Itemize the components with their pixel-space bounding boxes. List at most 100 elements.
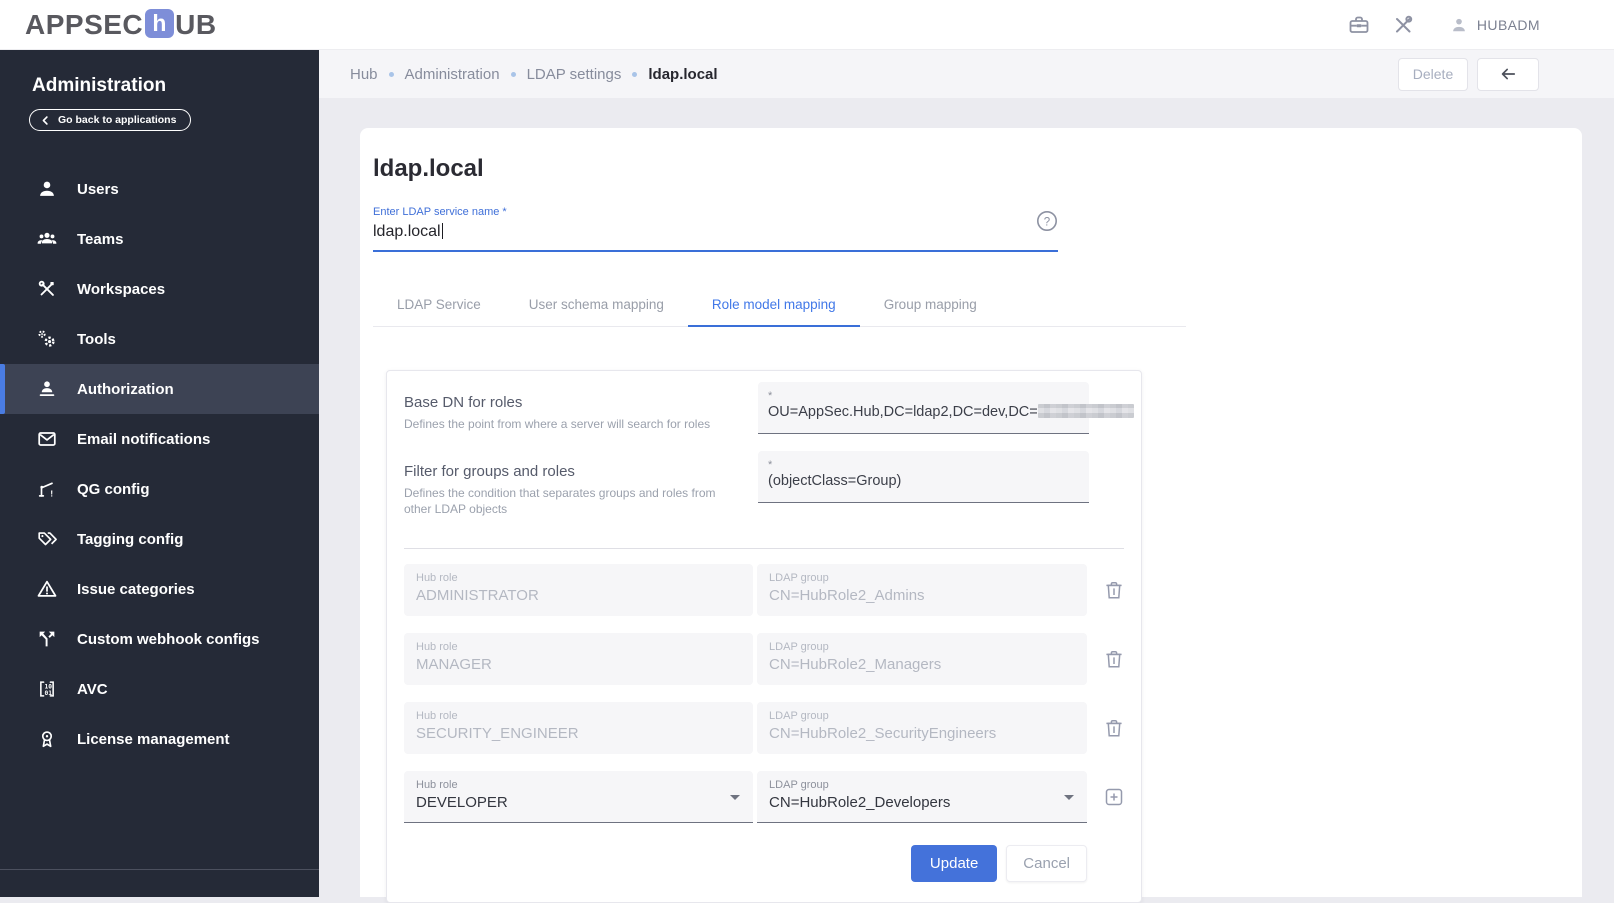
tab-ldap-service[interactable]: LDAP Service xyxy=(373,282,505,327)
ldap-group-value: CN=HubRole2_Managers xyxy=(769,656,942,674)
hub-role-field: Hub role SECURITY_ENGINEER xyxy=(404,702,754,755)
breadcrumb-hub[interactable]: Hub xyxy=(350,66,378,83)
page-title: ldap.local xyxy=(373,155,484,182)
breadcrumb-separator-dot xyxy=(632,71,638,77)
ldap-group-field: LDAP group CN=HubRole2_SecurityEngineers xyxy=(757,702,1088,755)
sidebar-item-teams[interactable]: Teams xyxy=(0,214,319,264)
ldap-group-value: CN=HubRole2_Developers xyxy=(769,794,951,812)
tab-role-model-mapping[interactable]: Role model mapping xyxy=(687,282,860,327)
sidebar-item-qg-config[interactable]: ! QG config xyxy=(0,464,319,514)
dropdown-caret-icon xyxy=(1064,795,1075,801)
top-bar: APPSEC h UB HUBADM xyxy=(0,0,1614,50)
redacted-text xyxy=(1037,404,1134,418)
help-icon[interactable]: ? xyxy=(1036,210,1058,232)
tab-group-mapping[interactable]: Group mapping xyxy=(860,282,1001,327)
breadcrumb-separator-dot xyxy=(510,71,516,77)
role-mapping-row-manager: Hub role MANAGER LDAP group CN=HubRole2_… xyxy=(404,633,1141,686)
filter-input[interactable]: * (objectClass=Group) xyxy=(758,451,1089,503)
required-marker: * xyxy=(768,390,773,402)
trash-icon[interactable] xyxy=(1102,578,1126,602)
add-mapping-icon[interactable] xyxy=(1102,785,1126,809)
sidebar-nav: Users Teams Workspaces Tools Authorizati… xyxy=(0,164,319,764)
group-icon xyxy=(37,232,57,244)
base-dn-label: Base DN for roles xyxy=(404,394,523,411)
sidebar-item-avc[interactable]: 10 01 AVC xyxy=(0,664,319,714)
trash-icon[interactable] xyxy=(1102,716,1126,740)
user-menu[interactable]: HUBADM xyxy=(1449,15,1540,35)
filter-label: Filter for groups and roles xyxy=(404,463,575,480)
username: HUBADM xyxy=(1476,16,1540,33)
card-divider xyxy=(404,548,1124,550)
ldap-service-name-value: ldap.local xyxy=(373,223,441,240)
breadcrumb-current-page: ldap.local xyxy=(648,65,718,83)
sidebar-item-issue-categories[interactable]: Issue categories xyxy=(0,564,319,614)
svg-text:01: 01 xyxy=(45,690,53,697)
base-dn-description: Defines the point from where a server wi… xyxy=(404,417,711,431)
sidebar-item-email-notifications[interactable]: Email notifications xyxy=(0,414,319,464)
ldap-group-field: LDAP group CN=HubRole2_Admins xyxy=(757,564,1088,617)
sidebar-item-custom-webhook-configs[interactable]: Custom webhook configs xyxy=(0,614,319,664)
warning-triangle-icon xyxy=(37,580,57,597)
hub-role-field: Hub role ADMINISTRATOR xyxy=(404,564,754,617)
chevron-left-icon xyxy=(42,115,48,125)
card-actions: Update Cancel xyxy=(404,845,1087,883)
role-mapping-row-security-engineer: Hub role SECURITY_ENGINEER LDAP group CN… xyxy=(404,702,1141,755)
sidebar-footer-divider xyxy=(0,869,319,870)
toolbox-icon[interactable] xyxy=(1347,13,1371,37)
update-button[interactable]: Update xyxy=(910,845,998,883)
content-panel: ldap.local Enter LDAP service name * lda… xyxy=(360,128,1582,903)
person-icon xyxy=(40,181,54,196)
breadcrumb: Hub Administration LDAP settings ldap.lo… xyxy=(350,66,718,83)
tab-user-schema-mapping[interactable]: User schema mapping xyxy=(505,282,688,327)
appsechub-logo: APPSEC h UB xyxy=(25,9,217,41)
logo-text-right: UB xyxy=(175,8,217,40)
sidebar-title: Administration xyxy=(32,75,167,96)
tools-icon[interactable] xyxy=(1391,13,1415,37)
gears-icon xyxy=(38,330,55,347)
hub-role-field: Hub role MANAGER xyxy=(404,633,754,686)
breadcrumb-ldap-settings[interactable]: LDAP settings xyxy=(527,66,622,83)
breadcrumb-administration[interactable]: Administration xyxy=(405,66,500,83)
sidebar-item-tools[interactable]: Tools xyxy=(0,314,319,364)
settings-tabs: LDAP Service User schema mapping Role mo… xyxy=(373,282,1186,327)
delete-button[interactable]: Delete xyxy=(1398,57,1468,91)
left-arrow-icon xyxy=(1501,68,1516,80)
role-model-mapping-card: Base DN for roles Defines the point from… xyxy=(386,370,1142,903)
hub-logo-icon: h xyxy=(145,9,175,38)
base-dn-input[interactable]: * OU=AppSec.Hub,DC=ldap2,DC=dev,DC= xyxy=(758,382,1134,434)
envelope-icon xyxy=(38,432,56,446)
back-button[interactable] xyxy=(1477,57,1539,91)
sidebar-item-tagging-config[interactable]: Tagging config xyxy=(0,514,319,564)
filter-row: Filter for groups and roles Defines the … xyxy=(404,451,1141,517)
role-mapping-row-developer: Hub role DEVELOPER LDAP group CN=HubRole… xyxy=(404,771,1141,824)
trash-icon[interactable] xyxy=(1102,647,1126,671)
svg-text:!: ! xyxy=(50,488,53,498)
dropdown-caret-icon xyxy=(730,795,741,801)
binary-brackets-icon: 10 01 xyxy=(40,681,54,697)
sidebar-item-workspaces[interactable]: Workspaces xyxy=(0,264,319,314)
hub-role-select[interactable]: Hub role DEVELOPER xyxy=(404,771,754,824)
required-marker: * xyxy=(768,459,773,471)
ldap-service-name-input[interactable]: Enter LDAP service name * ldap.local ? xyxy=(373,206,1058,252)
filter-value: (objectClass=Group) xyxy=(768,473,902,489)
role-mapping-row-administrator: Hub role ADMINISTRATOR LDAP group CN=Hub… xyxy=(404,564,1141,617)
split-arrows-icon xyxy=(39,631,55,647)
sidebar-item-authorization[interactable]: Authorization xyxy=(0,364,319,414)
go-back-to-applications-button[interactable]: Go back to applications xyxy=(29,109,192,131)
sidebar-item-users[interactable]: Users xyxy=(0,164,319,214)
ldap-group-field: LDAP group CN=HubRole2_Managers xyxy=(757,633,1088,686)
cancel-button[interactable]: Cancel xyxy=(1006,845,1087,883)
person-authorization-icon xyxy=(39,381,55,397)
user-avatar-icon xyxy=(1453,18,1465,31)
ldap-group-value: CN=HubRole2_SecurityEngineers xyxy=(769,725,997,743)
hub-role-value: ADMINISTRATOR xyxy=(416,587,539,605)
quality-gate-icon: ! xyxy=(38,482,53,498)
ldap-group-value: CN=HubRole2_Admins xyxy=(769,587,925,605)
logo-text-left: APPSEC xyxy=(25,8,144,40)
breadcrumb-bar: Hub Administration LDAP settings ldap.lo… xyxy=(319,50,1614,98)
hammer-wrench-icon xyxy=(38,280,54,296)
svg-text:?: ? xyxy=(1044,216,1050,228)
sidebar-item-license-management[interactable]: License management xyxy=(0,714,319,764)
filter-description: Defines the condition that separates gro… xyxy=(404,486,716,517)
ldap-group-select[interactable]: LDAP group CN=HubRole2_Developers xyxy=(757,771,1088,824)
